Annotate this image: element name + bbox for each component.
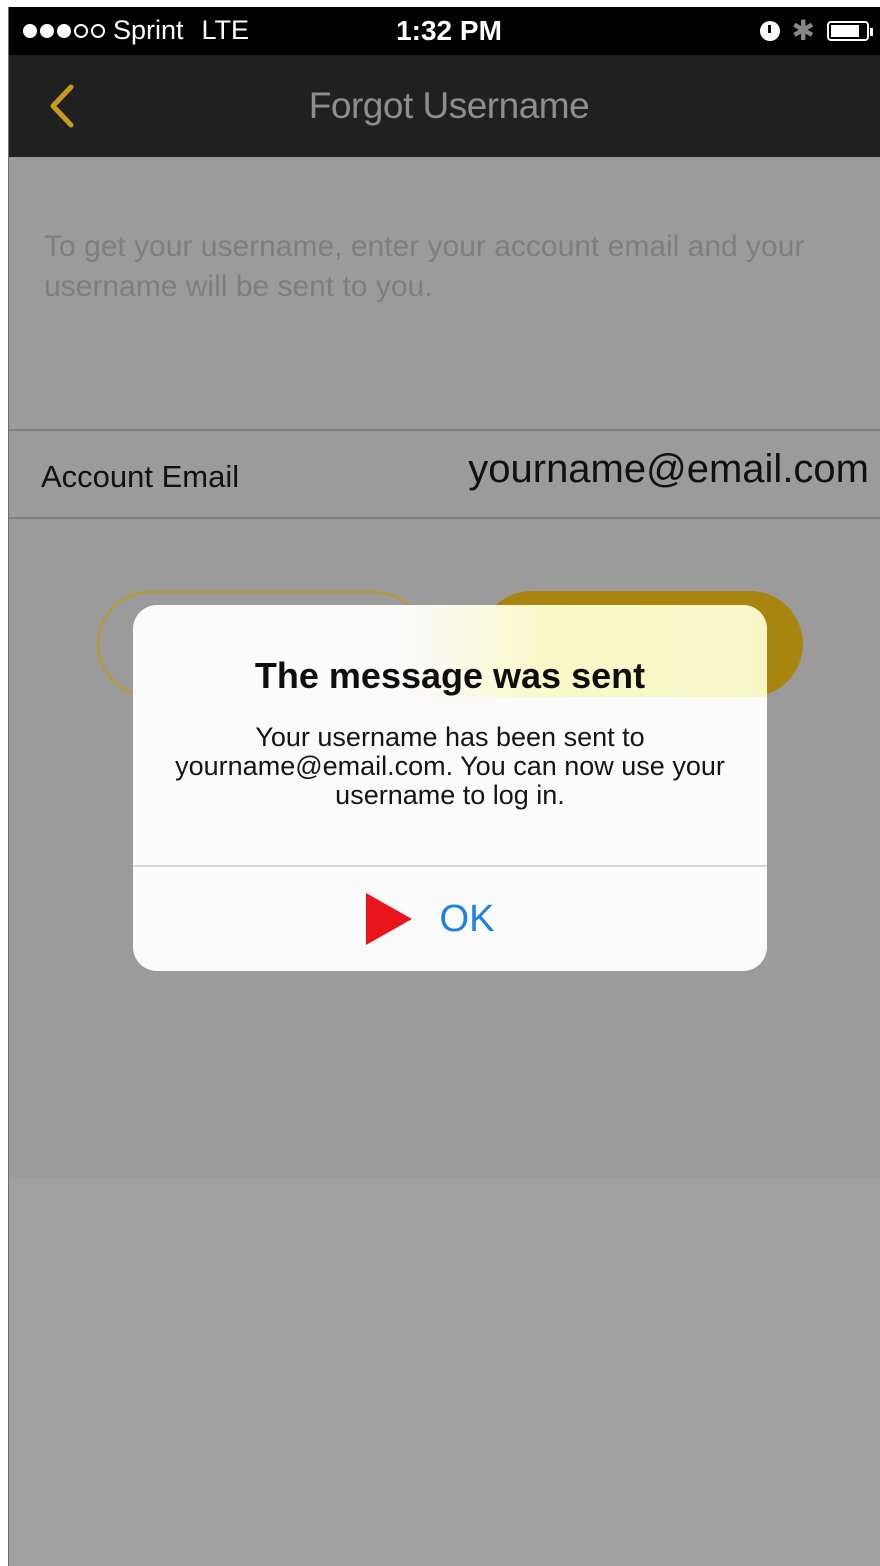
ok-button[interactable]: OK [133,867,767,971]
background-area [9,1179,880,1566]
divider [9,429,880,431]
status-time: 1:32 PM [396,15,502,46]
app-screen: Sprint LTE 1:32 PM ✱ Forgot Username To … [8,7,880,1566]
navigation-bar: Forgot Username [9,55,880,157]
divider [9,517,880,519]
battery-icon [827,21,873,41]
alarm-icon [759,21,780,41]
alert-message: Your username has been sent to yourname@… [175,722,725,810]
alert-title: The message was sent [254,655,646,696]
bluetooth-icon: ✱ [791,15,815,46]
status-bar: Sprint LTE 1:32 PM ✱ [9,7,880,55]
instructions-text: To get your username, enter your account… [44,230,805,303]
red-play-arrow-icon [365,893,412,945]
alert-dialog: The message was sent Your username has b… [133,605,767,971]
email-label: Account Email [41,459,240,494]
page-title: Forgot Username [308,85,590,126]
ok-button-label: OK [439,897,495,940]
email-field[interactable]: yourname@email.com [468,447,869,492]
